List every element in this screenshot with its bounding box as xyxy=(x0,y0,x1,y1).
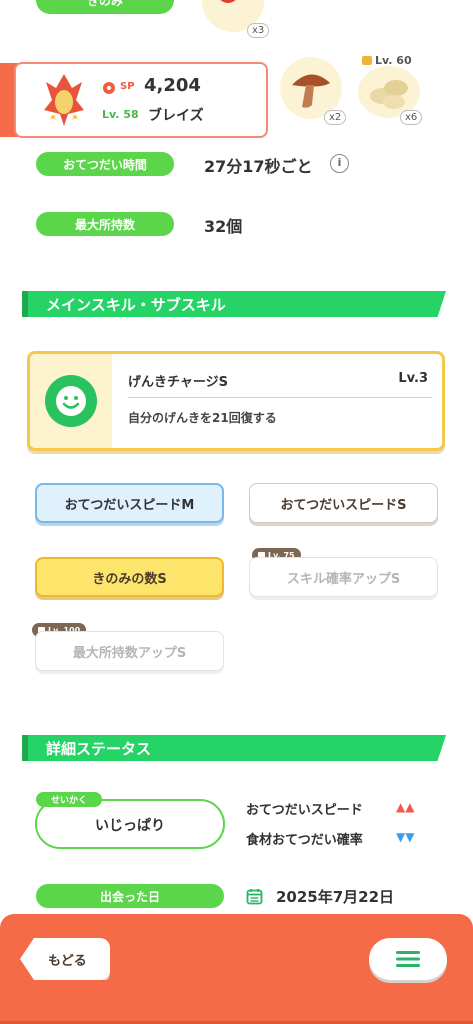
sub-skill-inventory-up-s: 最大所持数アップS xyxy=(35,631,224,671)
met-date-label: 出会った日 xyxy=(36,884,224,908)
sp-label: SP xyxy=(120,81,135,92)
nature-tag: せいかく xyxy=(36,792,102,807)
main-skill-card[interactable]: げんきチャージS Lv.3 自分のげんきを21回復する xyxy=(27,351,445,451)
strength-icon xyxy=(103,82,115,94)
item-count-badge: x2 xyxy=(324,110,347,125)
pokemon-nickname: ブレイズ xyxy=(148,108,204,124)
nature-down-label: 食材おてつだい確率 xyxy=(246,833,363,848)
pokemon-card[interactable]: SP 4,204 Lv. 58 ブレイズ xyxy=(14,62,268,138)
stat-label-help-time: おてつだい時間 xyxy=(36,152,174,176)
nature-down-arrows: ▼▼ xyxy=(396,830,415,844)
menu-button[interactable] xyxy=(369,938,447,980)
back-button[interactable]: もどる xyxy=(20,938,110,980)
nature-up-arrows: ▲▲ xyxy=(396,800,415,814)
item-count-badge: x3 xyxy=(247,23,270,38)
nature-up-label: おてつだいスピード xyxy=(246,803,363,818)
footer-bar: もどる xyxy=(0,914,473,1024)
section-header-skills: メインスキル・サブスキル xyxy=(22,291,446,317)
nature-value: いじっぱり xyxy=(95,818,165,834)
section-title: 詳細ステータス xyxy=(46,740,152,758)
pokemon-level: Lv. 58 xyxy=(102,108,139,121)
strength-value: 4,204 xyxy=(144,75,201,96)
main-skill-description: 自分のげんきを21回復する xyxy=(128,411,277,425)
sub-skill-skill-chance-s: スキル確率アップS xyxy=(249,557,438,597)
stat-value-help-time: 27分17秒ごと xyxy=(204,157,313,176)
sub-skill-berry-count-s[interactable]: きのみの数S xyxy=(35,557,224,597)
sub-skill-helping-speed-s[interactable]: おてつだいスピードS xyxy=(249,483,438,523)
calendar-icon xyxy=(246,888,263,905)
ingredient-label: きのみ xyxy=(36,0,174,14)
stat-value-max-carry: 32個 xyxy=(204,217,243,236)
energy-charge-icon xyxy=(45,375,97,427)
main-skill-level: Lv.3 xyxy=(398,371,428,386)
item-count-badge: x6 xyxy=(400,110,423,125)
stat-label-max-carry: 最大所持数 xyxy=(36,212,174,236)
locked-level-text: Lv. 60 xyxy=(375,53,412,67)
pokemon-sprite-icon xyxy=(44,74,84,126)
info-icon[interactable]: i xyxy=(330,154,349,173)
menu-icon xyxy=(396,951,420,967)
section-header-details: 詳細ステータス xyxy=(22,735,446,761)
section-title: メインスキル・サブスキル xyxy=(46,296,226,314)
divider xyxy=(128,397,432,398)
back-button-label: もどる xyxy=(48,954,87,969)
main-skill-name: げんきチャージS xyxy=(128,375,228,390)
locked-level-tag: Lv. 60 xyxy=(362,53,412,67)
lock-icon xyxy=(362,55,372,65)
met-date-value: 2025年7月22日 xyxy=(276,888,395,906)
sub-skill-helping-speed-m[interactable]: おてつだいスピードM xyxy=(35,483,224,523)
